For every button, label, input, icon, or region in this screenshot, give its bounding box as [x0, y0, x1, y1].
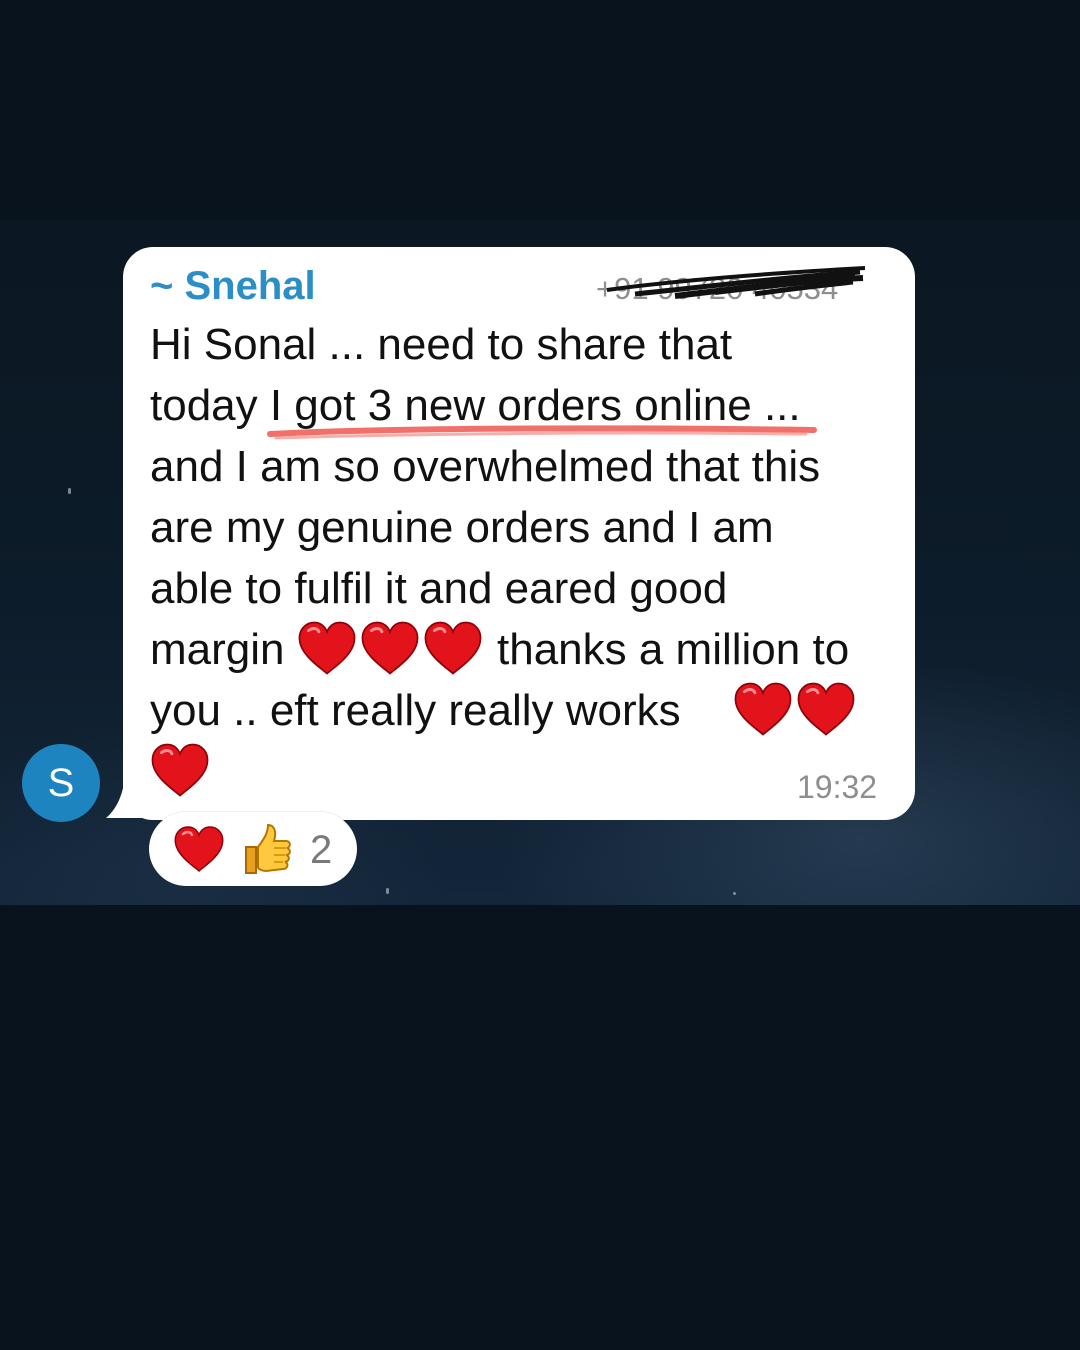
message-line: you .. eft really really works	[150, 686, 681, 735]
thumbs-up-emoji	[245, 823, 291, 874]
message-timestamp: 19:32	[797, 769, 878, 805]
heart-emoji	[424, 620, 482, 676]
sender-avatar[interactable]: S	[22, 744, 100, 822]
background-star	[386, 888, 389, 894]
message-line: thanks a million to	[497, 625, 850, 674]
message-line: able to fulfil it and eared good	[150, 564, 728, 613]
heart-emoji	[151, 742, 209, 798]
heart-emoji	[174, 825, 224, 873]
heart-emoji	[298, 620, 356, 676]
reaction-count: 2	[310, 828, 333, 872]
background-star	[733, 892, 736, 895]
message-line: Hi Sonal ... need to share that	[150, 320, 733, 369]
background-star	[68, 488, 71, 494]
heart-emoji	[361, 620, 419, 676]
message-line: margin	[150, 625, 285, 674]
message-line: and I am so overwhelmed that this	[150, 442, 821, 491]
heart-emoji	[797, 681, 855, 737]
highlight-underline	[267, 425, 817, 440]
avatar-letter: S	[47, 761, 75, 805]
heart-emoji	[734, 681, 792, 737]
sender-name[interactable]: ~ Snehal	[150, 262, 316, 310]
message-line: are my genuine orders and I am	[150, 503, 774, 552]
phone-redaction-scribble	[606, 266, 866, 299]
